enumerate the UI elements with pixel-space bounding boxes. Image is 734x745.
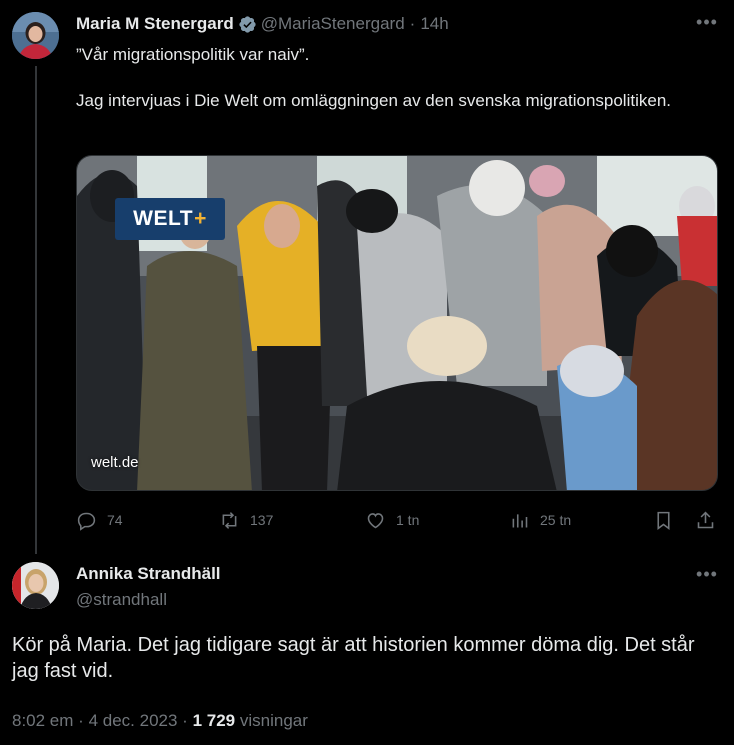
reply-view-count: 1 729: [192, 711, 236, 730]
avatar[interactable]: [12, 12, 59, 59]
reply-avatar[interactable]: [12, 562, 59, 609]
tweet-text-line-2: Jag intervjuas i Die Welt om omläggninge…: [76, 91, 671, 110]
tweet-actions: 74 137 1 tn 25 tn: [76, 505, 722, 535]
like-count: 1 tn: [396, 512, 420, 528]
bookmark-icon: [657, 511, 670, 530]
reply-date[interactable]: 4 dec. 2023: [89, 711, 178, 730]
reply-text: Kör på Maria. Det jag tidigare sagt är a…: [12, 634, 695, 682]
share-button[interactable]: [695, 505, 716, 535]
reply-avatar-photo: [12, 562, 59, 609]
views-count: 25 tn: [540, 512, 572, 528]
views-chart-icon: [512, 513, 528, 527]
author-handle[interactable]: @MariaStenergard: [261, 14, 405, 34]
reply-time[interactable]: 8:02 em: [12, 711, 73, 730]
tweet-text: ”Vår migrationspolitik var naiv”. Jag in…: [76, 43, 676, 112]
welt-logo: WELT +: [115, 198, 225, 240]
reply-button[interactable]: 74: [76, 505, 123, 535]
bookmark-button[interactable]: [653, 505, 674, 535]
reply-meta: 8:02 em · 4 dec. 2023 · 1 729 visningar: [12, 711, 308, 731]
tweet-text-line-1: ”Vår migrationspolitik var naiv”.: [76, 45, 310, 64]
avatar-photo: [12, 12, 59, 59]
reply-dot-2: ·: [182, 711, 188, 730]
share-icon: [697, 511, 714, 528]
like-button[interactable]: 1 tn: [365, 505, 419, 535]
retweet-button[interactable]: 137: [219, 505, 273, 535]
retweet-icon: [222, 511, 237, 529]
reply-more-options-button[interactable]: •••: [692, 564, 722, 588]
verified-badge-icon[interactable]: [238, 15, 257, 34]
thread-connector-line: [35, 66, 37, 554]
reply-views-label: visningar: [239, 711, 308, 730]
tweet-header: Maria M Stenergard @MariaStenergard · 14…: [76, 12, 449, 36]
views-button[interactable]: 25 tn: [509, 505, 571, 535]
welt-logo-plus: +: [194, 207, 207, 230]
heart-icon: [367, 512, 384, 528]
separator-dot: ·: [409, 14, 416, 33]
welt-logo-text: WELT: [133, 207, 194, 230]
reply-count: 74: [107, 512, 123, 528]
tweet-time[interactable]: 14h: [420, 14, 448, 34]
retweet-count: 137: [250, 512, 274, 528]
reply-dot-1: ·: [78, 711, 84, 730]
more-options-button[interactable]: •••: [692, 12, 722, 36]
reply-icon: [77, 512, 96, 531]
card-domain[interactable]: welt.de: [91, 454, 139, 471]
reply-author-name[interactable]: Annika Strandhäll: [76, 564, 221, 584]
reply-author-handle[interactable]: @strandhall: [76, 590, 167, 610]
author-name[interactable]: Maria M Stenergard: [76, 14, 234, 34]
link-card[interactable]: WELT + welt.de: [76, 155, 718, 491]
